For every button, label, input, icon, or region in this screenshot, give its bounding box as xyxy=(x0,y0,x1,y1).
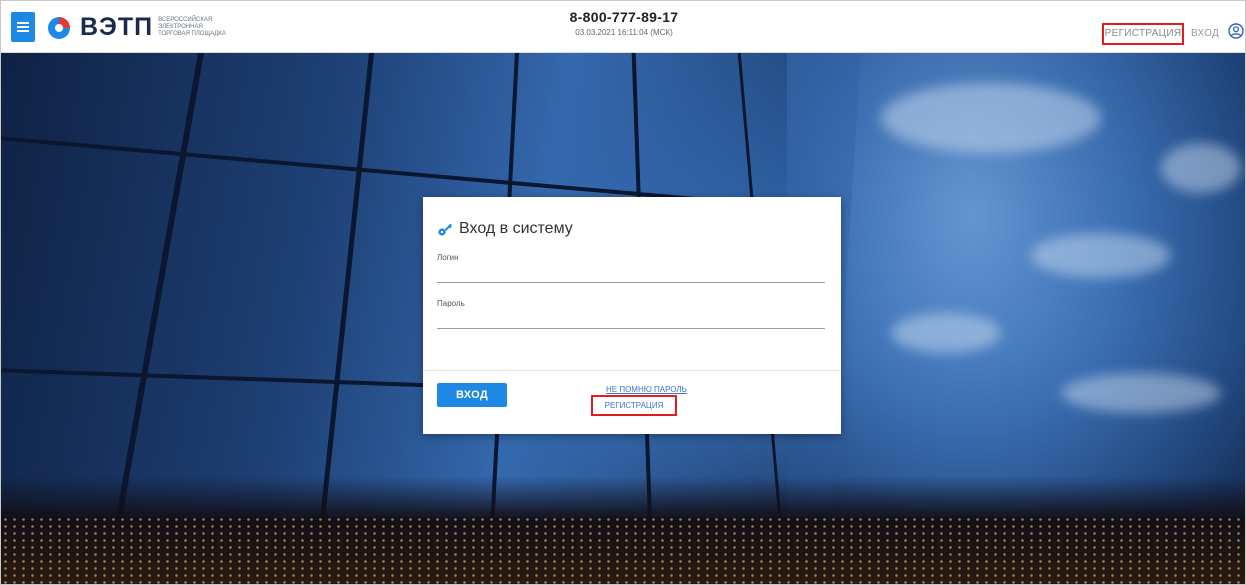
password-input[interactable] xyxy=(437,313,825,329)
forgot-password-link[interactable]: НЕ ПОМНЮ ПАРОЛЬ xyxy=(606,385,687,394)
login-card-title: Вход в систему xyxy=(437,220,573,238)
city-lights xyxy=(1,516,1245,584)
card-divider xyxy=(423,370,841,371)
logo-wordmark: ВЭТП xyxy=(80,12,154,41)
app-frame: ВЭТП ВСЕРОССИЙСКАЯ ЭЛЕКТРОННАЯ ТОРГОВАЯ … xyxy=(0,0,1246,585)
top-header: ВЭТП ВСЕРОССИЙСКАЯ ЭЛЕКТРОННАЯ ТОРГОВАЯ … xyxy=(1,1,1245,53)
cloud-decoration xyxy=(1031,233,1171,278)
login-card: Вход в систему Логин Пароль ВХОД НЕ ПОМН… xyxy=(423,197,841,434)
register-link-header[interactable]: РЕГИСТРАЦИЯ xyxy=(1102,23,1184,45)
cloud-decoration xyxy=(1061,373,1221,413)
register-link-card[interactable]: РЕГИСТРАЦИЯ xyxy=(591,395,677,416)
login-link-header[interactable]: ВХОД xyxy=(1191,28,1219,39)
hamburger-menu-icon[interactable] xyxy=(11,12,35,42)
site-logo[interactable]: ВЭТП ВСЕРОССИЙСКАЯ ЭЛЕКТРОННАЯ ТОРГОВАЯ … xyxy=(44,11,226,43)
login-field-label: Логин xyxy=(437,253,459,262)
login-submit-button[interactable]: ВХОД xyxy=(437,383,507,407)
login-title-text: Вход в систему xyxy=(459,220,573,237)
cloud-decoration xyxy=(1161,143,1241,193)
cloud-decoration xyxy=(891,313,1001,353)
login-input[interactable] xyxy=(437,267,825,283)
logo-mark-icon xyxy=(48,17,70,39)
user-account-icon[interactable] xyxy=(1228,23,1244,39)
key-icon xyxy=(438,223,452,236)
password-field-label: Пароль xyxy=(437,299,465,308)
logo-subtitle: ВСЕРОССИЙСКАЯ ЭЛЕКТРОННАЯ ТОРГОВАЯ ПЛОЩА… xyxy=(158,16,226,37)
cloud-decoration xyxy=(881,83,1101,153)
